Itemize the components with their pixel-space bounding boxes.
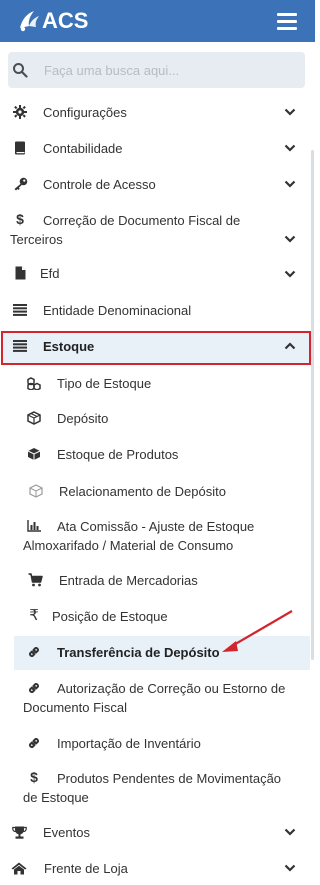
annotation-arrow-icon [222, 610, 293, 652]
